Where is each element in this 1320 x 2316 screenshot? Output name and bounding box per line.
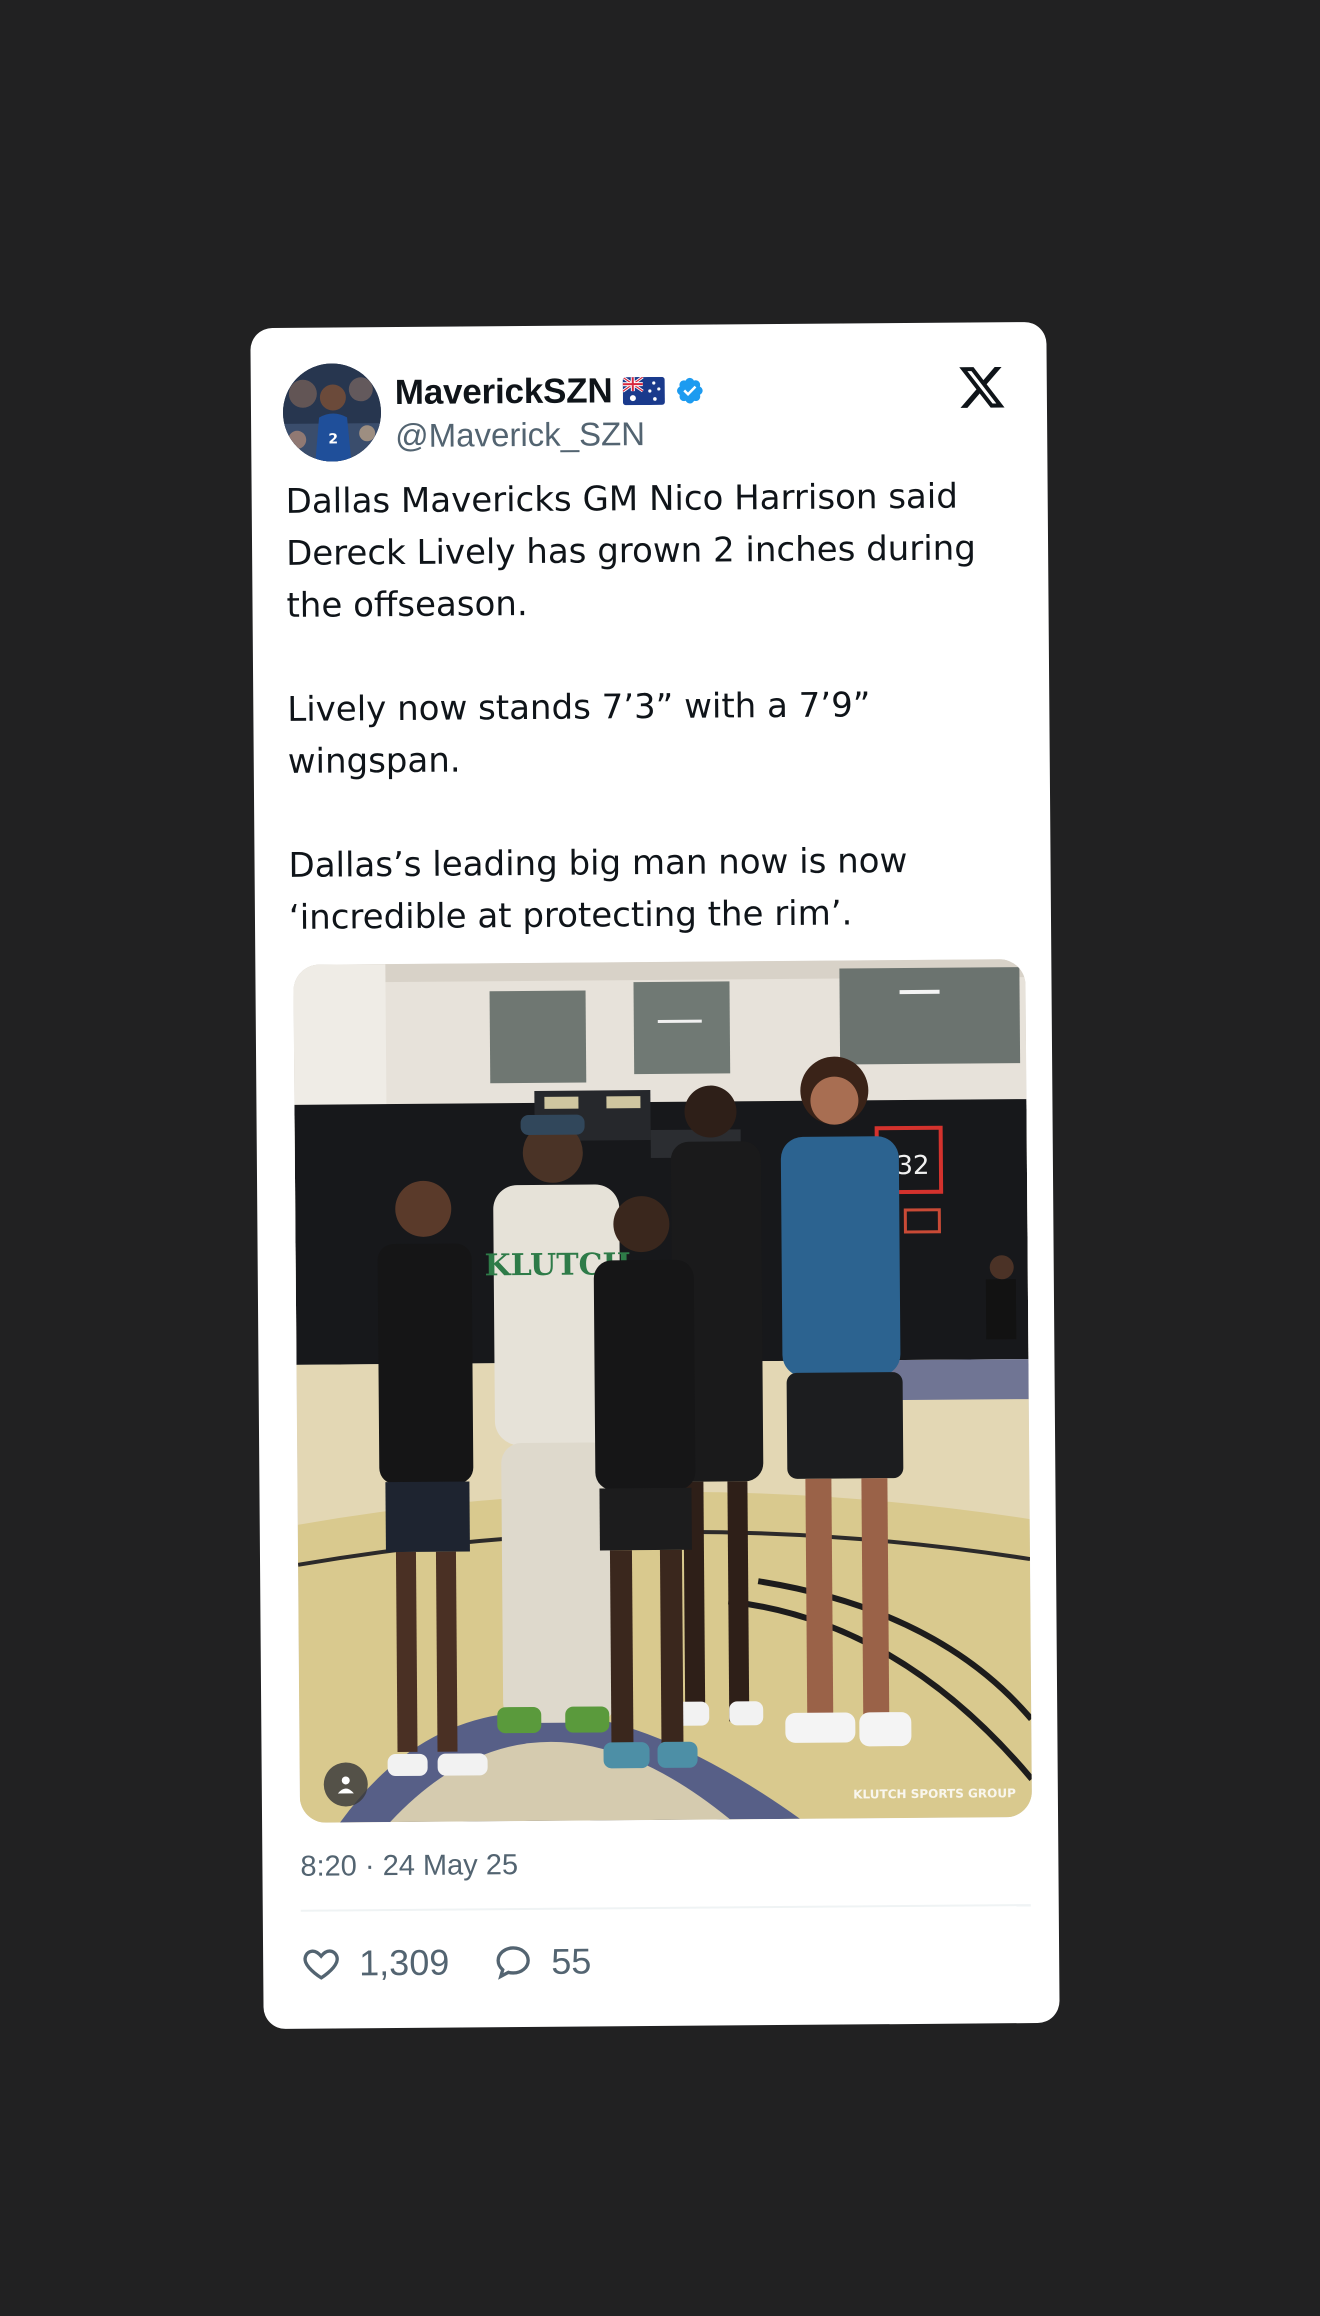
photo-image: 32 KLUTCH KLUTCH SPORTS GROUP — [293, 959, 1033, 1823]
divider — [300, 1904, 1031, 1912]
photo-watermark: KLUTCH SPORTS GROUP — [853, 1786, 1016, 1801]
australia-flag-icon — [622, 376, 665, 406]
display-name-row: MaverickSZN — [395, 371, 705, 413]
screen: 2 MaverickSZN @Maverick_SZN Dallas Maver… — [0, 0, 1320, 2316]
avatar[interactable]: 2 — [282, 363, 382, 462]
tweet-text: Dallas Mavericks GM Nico Harrison said D… — [285, 470, 1029, 944]
svg-text:2: 2 — [328, 431, 338, 447]
verified-badge-icon — [674, 376, 704, 406]
tweet-paragraph-2: Lively now stands 7’3” with a 7’9” wings… — [287, 685, 871, 782]
like-count: 1,309 — [359, 1941, 450, 1984]
tweet-paragraph-3: Dallas’s leading big man now is now ‘inc… — [288, 841, 908, 938]
like-button[interactable]: 1,309 — [301, 1942, 449, 1985]
display-name[interactable]: MaverickSZN — [395, 371, 613, 413]
tweet-card[interactable]: 2 MaverickSZN @Maverick_SZN Dallas Maver… — [250, 321, 1060, 2030]
reply-count: 55 — [551, 1940, 592, 1982]
tweet-photo[interactable]: 32 KLUTCH KLUTCH SPORTS GROUP — [293, 959, 1033, 1823]
tweet-actions: 1,309 55 — [301, 1940, 635, 1985]
tweet-header: 2 MaverickSZN @Maverick_SZN — [282, 358, 1016, 464]
reply-button[interactable]: 55 — [493, 1941, 591, 1984]
tweet-timestamp[interactable]: 8:20 · 24 May 25 — [300, 1849, 518, 1884]
reply-bubble-icon — [493, 1942, 533, 1982]
user-handle[interactable]: @Maverick_SZN — [395, 415, 645, 455]
heart-icon — [301, 1943, 341, 1983]
person-icon[interactable] — [323, 1762, 368, 1807]
x-logo-icon[interactable] — [957, 362, 1007, 412]
tweet-paragraph-1: Dallas Mavericks GM Nico Harrison said D… — [285, 476, 976, 626]
scoreboard-number: 32 — [896, 1151, 929, 1181]
avatar-image: 2 — [282, 363, 382, 462]
